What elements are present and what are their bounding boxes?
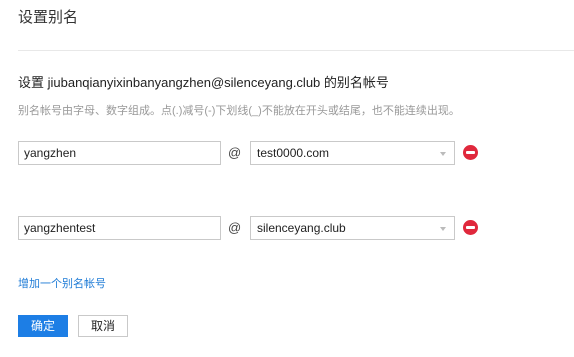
alias-rules-hint: 别名帐号由字母、数字组成。点(.)减号(-)下划线(_)不能放在开头或结尾，也不… xyxy=(18,105,460,117)
alias-settings-page: 设置别名 设置 jiubanqianyixinbanyangzhen@silen… xyxy=(0,0,574,357)
confirm-button[interactable]: 确定 xyxy=(18,315,68,337)
at-sign: @ xyxy=(228,145,242,160)
alias-row: yangzhen @ test0000.com xyxy=(18,141,488,165)
domain-select[interactable]: test0000.com xyxy=(250,141,455,165)
title-divider xyxy=(18,50,574,51)
minus-circle-icon xyxy=(466,151,475,154)
alias-name-input[interactable]: yangzhentest xyxy=(18,216,221,240)
alias-row: yangzhentest @ silenceyang.club xyxy=(18,216,488,240)
remove-alias-button[interactable] xyxy=(463,145,478,160)
at-sign: @ xyxy=(228,220,242,235)
caret-down-icon xyxy=(440,152,446,156)
domain-select-value: test0000.com xyxy=(257,146,330,160)
remove-alias-button[interactable] xyxy=(463,220,478,235)
minus-circle-icon xyxy=(466,226,475,229)
domain-select-value: silenceyang.club xyxy=(257,221,346,235)
page-title: 设置别名 xyxy=(18,9,79,26)
alias-name-input[interactable]: yangzhen xyxy=(18,141,221,165)
domain-select[interactable]: silenceyang.club xyxy=(250,216,455,240)
cancel-button[interactable]: 取消 xyxy=(78,315,128,337)
caret-down-icon xyxy=(440,227,446,231)
add-alias-link[interactable]: 增加一个别名帐号 xyxy=(18,277,106,291)
alias-heading: 设置 jiubanqianyixinbanyangzhen@silenceyan… xyxy=(18,75,389,90)
